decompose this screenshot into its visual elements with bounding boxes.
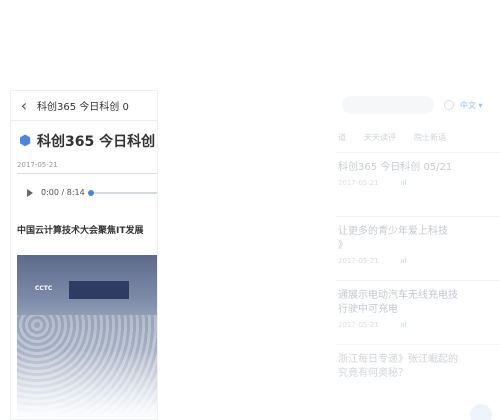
news-meta: 2017-05-21 ııl	[338, 257, 500, 265]
article-screen: ‹ 科创365 今日科创 0 ⬢ 科创365 今日科创 2017-05-21 0…	[10, 90, 158, 420]
news-title: 让更多的青少年爱上科技 》	[338, 226, 448, 251]
news-meta: 2017-05-21 ııl	[338, 179, 500, 187]
article-subheadline: 中国云计算技术大会聚焦IT发展	[17, 226, 144, 236]
play-icon[interactable]	[27, 188, 33, 197]
news-title: 浙江每日专递》张江崛起的 究竟有何奥秘？	[338, 354, 458, 379]
back-arrow-icon[interactable]: ‹	[11, 91, 37, 121]
audio-scrubber-handle[interactable]	[87, 189, 94, 196]
fade-overlay	[11, 349, 157, 419]
tab-item[interactable]: 道	[338, 132, 346, 143]
language-selector[interactable]: 中文 ▾	[460, 100, 483, 111]
player-time: 0:00 / 8:14	[41, 188, 85, 197]
news-list-item[interactable]: 让更多的青少年爱上科技 》 2017-05-21 ııl	[336, 217, 500, 281]
article-headline: 科创365 今日科创	[37, 134, 156, 150]
news-list-item[interactable]: 通展示电动汽车无线充电技 行驶中可充电 2017-05-21 ııl	[336, 281, 500, 345]
article-date: 2017-05-21	[17, 161, 58, 169]
news-title: 通展示电动汽车无线充电技 行驶中可充电	[338, 290, 458, 315]
audio-bars-icon: ııl	[400, 321, 407, 329]
search-icon[interactable]	[444, 100, 454, 110]
article-top-bar: ‹ 科创365 今日科创 0	[11, 91, 157, 121]
news-date: 2017-05-21	[338, 257, 379, 265]
photo-logo-text: CCTC	[35, 285, 53, 292]
stage-screen	[69, 281, 129, 299]
divider	[17, 173, 157, 174]
tab-item[interactable]: 天天读评	[364, 132, 396, 143]
audio-player: 0:00 / 8:14	[27, 188, 157, 197]
news-meta: 2017-05-21 ııl	[338, 321, 500, 329]
search-bar-row: 中文 ▾	[336, 88, 500, 122]
search-input[interactable]	[342, 96, 434, 114]
news-date: 2017-05-21	[338, 179, 379, 187]
hexagon-logo-icon: ⬢	[19, 133, 32, 149]
tab-item[interactable]: 院士新语	[414, 132, 446, 143]
article-title-row: ⬢ 科创365 今日科创	[19, 131, 157, 151]
audio-bars-icon: ııl	[400, 179, 407, 187]
nav-title: 科创365 今日科创 0	[37, 102, 129, 113]
audio-progress-bar[interactable]	[87, 189, 157, 196]
audio-bars-icon: ııl	[400, 257, 407, 265]
news-date: 2017-05-21	[338, 321, 379, 329]
news-list-item[interactable]: 科创365 今日科创 05/21 2017-05-21 ııl	[336, 153, 500, 217]
category-tabs: 道 天天读评 院士新语	[336, 122, 500, 153]
news-title: 科创365 今日科创 05/21	[338, 162, 453, 173]
news-list-screen: 中文 ▾ 道 天天读评 院士新语 科创365 今日科创 05/21 2017-0…	[336, 88, 500, 420]
floating-action-button[interactable]	[470, 404, 492, 420]
news-list-item[interactable]: 浙江每日专递》张江崛起的 究竟有何奥秘？	[336, 345, 500, 409]
